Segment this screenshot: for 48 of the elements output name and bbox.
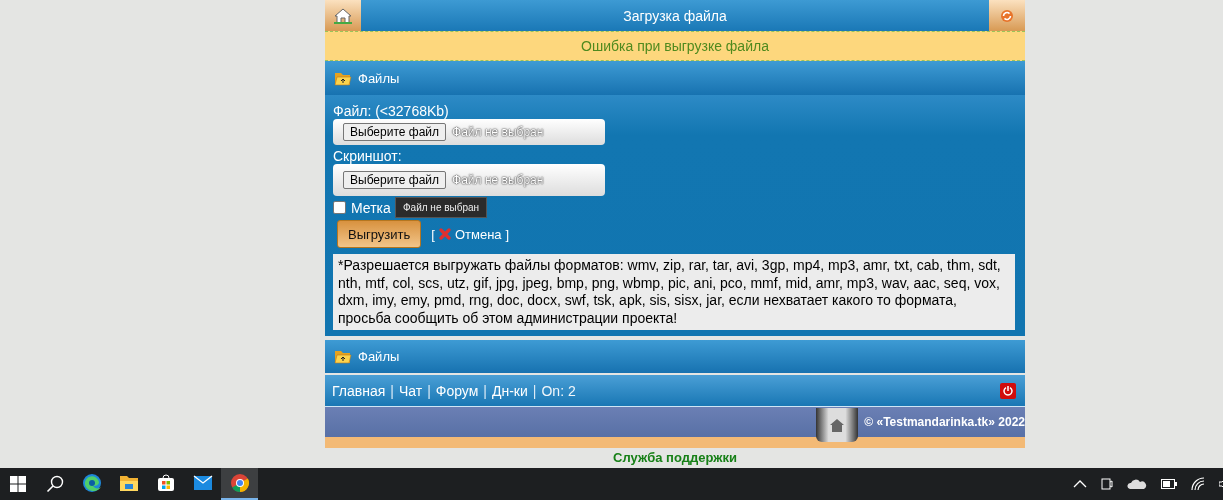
error-message: Ошибка при выгрузке файла — [581, 38, 769, 54]
online-count: On: 2 — [541, 382, 576, 399]
home-tab-icon[interactable] — [816, 408, 859, 442]
cross-icon — [438, 228, 451, 240]
cloud-icon[interactable] — [1127, 478, 1147, 490]
nav-link[interactable]: Форум — [435, 382, 479, 399]
bracket: ] — [505, 226, 510, 242]
folder-icon — [334, 70, 352, 86]
section-title: Файлы — [358, 349, 400, 364]
screenshot-input[interactable]: Выберите файл Файл не выбран — [333, 164, 605, 197]
support-link[interactable]: Служба поддержки — [613, 449, 737, 467]
chrome-icon — [229, 473, 250, 493]
nav-link[interactable]: Чат — [398, 382, 423, 399]
upload-button[interactable]: Выгрузить — [337, 220, 422, 248]
battery-icon[interactable] — [1161, 479, 1177, 489]
bracket: [ — [431, 226, 435, 242]
checkbox-label: Метка — [351, 199, 391, 216]
shopping-bag-icon — [156, 474, 175, 492]
wifi-icon[interactable] — [1191, 477, 1205, 491]
tooltip: Файл не выбран — [395, 197, 488, 219]
camera-icon[interactable] — [1101, 476, 1113, 492]
screenshot-label: Скриншот: — [333, 148, 402, 165]
checkbox[interactable] — [333, 201, 346, 215]
refresh-icon — [1000, 8, 1014, 23]
separator: | — [532, 382, 537, 399]
file-input[interactable]: Выберите файл Файл не выбран — [333, 119, 605, 146]
envelope-icon — [192, 475, 213, 491]
nav-link[interactable]: Дн-ки — [492, 382, 528, 399]
copyright: © «Testmandarinka.tk» 2022 — [864, 414, 1025, 431]
page-title: Загрузка файла — [622, 6, 728, 26]
power-button[interactable] — [1000, 382, 1016, 399]
file-label: Файл: (<32768Kb) — [333, 103, 449, 119]
search-icon — [45, 475, 64, 493]
home-button[interactable] — [325, 0, 361, 31]
nav-link[interactable]: Главная — [332, 382, 386, 399]
cancel-link[interactable]: Отмена — [454, 226, 502, 242]
separator: | — [390, 382, 394, 399]
browser-swirl-icon — [81, 473, 102, 493]
folder-icon — [118, 474, 139, 492]
home-icon — [334, 7, 352, 24]
windows-icon — [10, 476, 26, 492]
separator: | — [483, 382, 487, 399]
notice-text: *Разрешается выгружать файлы форматов: wmv, zip, rar, tar, avi, 3gp, mp4, mp3, amr, txt, cab, thm, sdt, nth, mtf, col, scs, utz, gif, jpg, jpeg, bmp, png, wbmp, pic, ani, pco, mmf, mid, amr, mp3, wav, aac, seq, vox, dxm, imy, emy, pmd, rng, doc, docx, swf, tsk, apk, sis, sisx, jar, если нехватает какого то формата, просьба сообщить об этом администрации проекта! — [338, 257, 1001, 326]
separator: | — [427, 382, 431, 399]
section-title: Файлы — [358, 70, 400, 86]
folder-icon — [334, 349, 352, 364]
taskbar-app[interactable] — [221, 468, 258, 500]
chevron-up-icon[interactable] — [1073, 480, 1087, 488]
